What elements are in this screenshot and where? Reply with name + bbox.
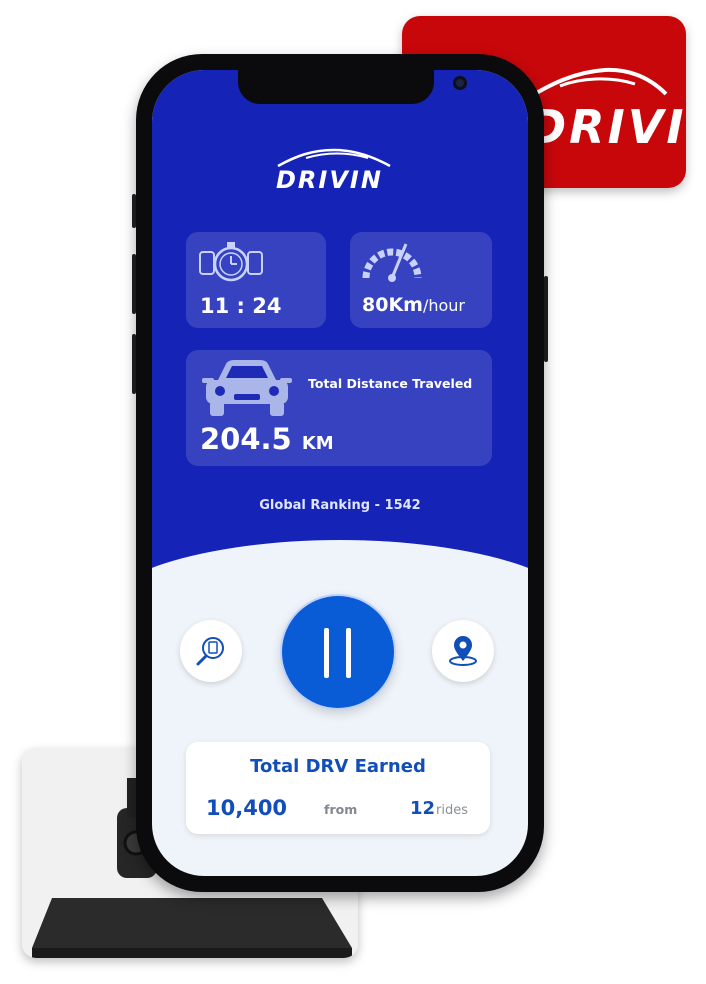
phone-frame: DRIVIN 11 : 24 80Km/hour Total Distance … [132,54,548,892]
app-logo-text: DRIVIN [276,166,383,194]
speed-tile: 80Km/hour [350,232,492,328]
time-tile: 11 : 24 [186,232,326,328]
location-pin-icon [449,636,477,666]
earnings-card: Total DRV Earned 10,400 from 12 rides [186,742,490,834]
pause-icon-bar [346,628,351,678]
app-screen: DRIVIN 11 : 24 80Km/hour Total Distance … [152,70,528,876]
rides-count: 12 [410,798,436,819]
pause-button[interactable] [282,596,394,708]
rides-label: rides [436,803,468,818]
total-distance: 204.5 KM [200,422,334,456]
speed-value: 80Km [362,294,423,316]
speedometer-icon [362,243,422,282]
mute-switch [132,194,136,228]
car-front-icon [202,360,292,416]
search-history-button[interactable] [180,620,242,682]
elapsed-time: 11 : 24 [200,294,282,318]
earnings-from-label: from [324,802,358,817]
volume-down-button [132,334,136,394]
front-camera [453,76,467,90]
brand-logo: DRIVIN [528,100,686,154]
distance-value: 204.5 [200,422,292,456]
earnings-amount: 10,400 [206,796,288,820]
phone-notch [238,70,467,104]
volume-up-button [132,254,136,314]
global-ranking: Global Ranking - 1542 [259,498,421,513]
pause-icon [324,628,329,678]
distance-tile: Total Distance Traveled 204.5 KM [186,350,492,466]
distance-unit: KM [301,433,334,454]
location-button[interactable] [432,620,494,682]
distance-label: Total Distance Traveled [308,376,473,391]
stopwatch-icon [199,242,263,282]
speed-unit: /hour [422,296,466,315]
earnings-title: Total DRV Earned [250,756,426,777]
car-silhouette-icon [523,67,668,102]
power-button [544,276,548,362]
search-document-icon [196,637,224,666]
app-logo: DRIVIN [272,144,408,210]
current-speed: 80Km/hour [362,294,465,316]
